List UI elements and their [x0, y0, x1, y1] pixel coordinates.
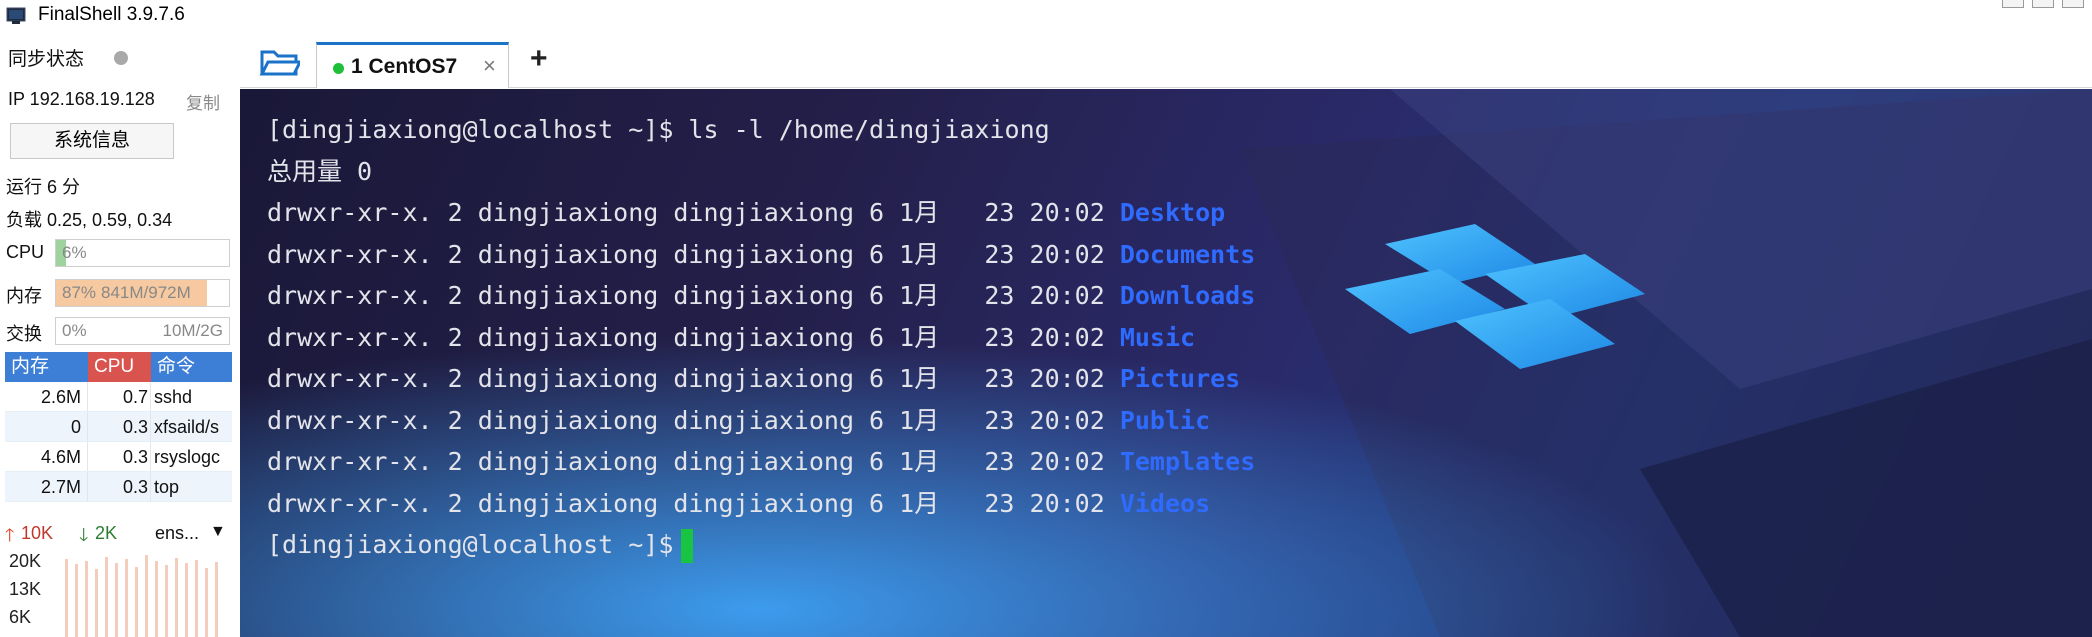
tab-bar: 1 CentOS7 × + [240, 34, 2092, 88]
sidebar: 同步状态 IP 192.168.19.128 复制 系统信息 运行 6 分 负载… [0, 34, 240, 637]
entry-meta: drwxr-xr-x. 2 dingjiaxiong dingjiaxiong … [267, 488, 1120, 518]
swap-label: 交换 [6, 324, 42, 344]
row-memory: 2.6M [5, 382, 88, 411]
net-y-label-13k: 13K [9, 579, 41, 599]
memory-meter: 87% 841M/972M [55, 279, 230, 307]
terminal-cursor [681, 529, 694, 563]
row-command: top [154, 477, 180, 497]
entry-meta: drwxr-xr-x. 2 dingjiaxiong dingjiaxiong … [267, 405, 1120, 435]
list-item: drwxr-xr-x. 2 dingjiaxiong dingjiaxiong … [267, 483, 1255, 525]
close-tab-icon[interactable]: × [483, 53, 496, 79]
connection-status-dot [333, 63, 344, 74]
row-cpu: 0.7 [88, 382, 151, 411]
entry-name: Documents [1119, 239, 1256, 269]
row-cpu: 0.3 [88, 412, 151, 441]
table-row[interactable]: 0 0.3 xfsaild/s [5, 412, 232, 442]
swap-meter: 0% 10M/2G [55, 317, 230, 345]
row-command: rsyslogc [154, 447, 221, 467]
app-icon [6, 7, 26, 24]
process-table-header: 内存 CPU 命令 [5, 352, 232, 382]
maximize-button[interactable] [2032, 0, 2054, 8]
total-line: 总用量 0 [267, 156, 373, 186]
row-memory: 0 [5, 412, 88, 441]
entry-name: Pictures [1119, 364, 1241, 393]
close-window-button[interactable] [2062, 0, 2084, 8]
ip-address: IP 192.168.19.128 [8, 89, 155, 109]
list-item: drwxr-xr-x. 2 dingjiaxiong dingjiaxiong … [267, 192, 1255, 234]
entry-name: Videos [1119, 488, 1211, 518]
header-command[interactable]: 命令 [151, 352, 232, 382]
tab-label: 1 CentOS7 [351, 55, 458, 78]
entry-meta: drwxr-xr-x. 2 dingjiaxiong dingjiaxiong … [267, 198, 1120, 227]
list-item: drwxr-xr-x. 2 dingjiaxiong dingjiaxiong … [267, 441, 1255, 483]
cpu-value: 6% [62, 243, 87, 262]
interface-select[interactable]: ens... [155, 523, 199, 544]
net-y-label-6k: 6K [9, 607, 31, 627]
sync-status-indicator [114, 51, 128, 65]
title-bar: FinalShell 3.9.7.6 [0, 0, 2092, 34]
load-text: 负载 0.25, 0.59, 0.34 [6, 210, 173, 230]
swap-usage: 10M/2G [162, 321, 223, 340]
entry-meta: drwxr-xr-x. 2 dingjiaxiong dingjiaxiong … [267, 447, 1120, 476]
net-y-label-20k: 20K [9, 551, 41, 571]
upload-rate: 10K [21, 523, 54, 543]
table-row[interactable]: 4.6M 0.3 rsyslogc [5, 442, 232, 472]
header-cpu[interactable]: CPU [88, 352, 151, 382]
table-row[interactable]: 2.7M 0.3 top [5, 472, 232, 502]
table-row[interactable]: 2.6M 0.7 sshd [5, 382, 232, 412]
copy-ip-link[interactable]: 复制 [186, 89, 220, 114]
tab-centos7[interactable]: 1 CentOS7 × [316, 42, 509, 88]
entry-meta: drwxr-xr-x. 2 dingjiaxiong dingjiaxiong … [267, 239, 1120, 269]
row-command: sshd [154, 387, 193, 407]
process-table: 内存 CPU 命令 2.6M 0.7 sshd 0 0.3 xfsaild/s … [5, 352, 232, 502]
add-tab-button[interactable]: + [530, 42, 548, 76]
row-cpu: 0.3 [88, 442, 151, 471]
entry-name: Desktop [1119, 198, 1226, 227]
cpu-meter: 6% [55, 239, 230, 267]
prompt-line[interactable]: [dingjiaxiong@localhost ~]$ [267, 524, 1255, 566]
system-info-button[interactable]: 系统信息 [10, 123, 174, 159]
cpu-label: CPU [6, 242, 45, 262]
terminal[interactable]: [dingjiaxiong@localhost ~]$ ls -l /home/… [240, 89, 2092, 637]
chevron-down-icon[interactable]: ▼ [210, 523, 226, 541]
memory-label: 内存 [6, 286, 42, 306]
terminal-output: [dingjiaxiong@localhost ~]$ ls -l /home/… [267, 109, 1255, 566]
swap-percent: 0% [62, 321, 87, 340]
network-graph: 20K 13K 6K [9, 551, 218, 637]
prompt: [dingjiaxiong@localhost ~]$ [267, 530, 674, 559]
entry-name: Templates [1119, 447, 1256, 476]
list-item: drwxr-xr-x. 2 dingjiaxiong dingjiaxiong … [267, 400, 1255, 442]
entry-name: Music [1119, 322, 1196, 352]
header-memory[interactable]: 内存 [5, 352, 88, 382]
row-memory: 4.6M [5, 442, 88, 471]
list-item: drwxr-xr-x. 2 dingjiaxiong dingjiaxiong … [267, 358, 1255, 400]
minimize-button[interactable] [2002, 0, 2024, 8]
list-item: drwxr-xr-x. 2 dingjiaxiong dingjiaxiong … [267, 317, 1255, 359]
net-graph-bars [65, 555, 218, 637]
row-cpu: 0.3 [88, 472, 151, 501]
entry-meta: drwxr-xr-x. 2 dingjiaxiong dingjiaxiong … [267, 281, 1120, 310]
folder-icon[interactable] [258, 44, 300, 78]
entry-name: Downloads [1119, 281, 1256, 310]
entry-meta: drwxr-xr-x. 2 dingjiaxiong dingjiaxiong … [267, 322, 1120, 352]
uptime-text: 运行 6 分 [6, 177, 81, 197]
row-memory: 2.7M [5, 472, 88, 501]
list-item: drwxr-xr-x. 2 dingjiaxiong dingjiaxiong … [267, 234, 1255, 276]
download-rate: 2K [95, 523, 118, 543]
app-title: FinalShell 3.9.7.6 [38, 4, 185, 25]
list-item: drwxr-xr-x. 2 dingjiaxiong dingjiaxiong … [267, 275, 1255, 317]
row-command: xfsaild/s [154, 417, 220, 437]
memory-percent: 87% [62, 283, 97, 302]
network-header: 🡑 10K 🡓 2K ens... ▼ [5, 519, 233, 549]
sync-status-label: 同步状态 [8, 49, 85, 70]
entry-meta: drwxr-xr-x. 2 dingjiaxiong dingjiaxiong … [267, 364, 1120, 393]
command-line: [dingjiaxiong@localhost ~]$ ls -l /home/… [267, 115, 1050, 144]
memory-usage: 841M/972M [101, 283, 191, 302]
entry-name: Public [1119, 405, 1211, 435]
